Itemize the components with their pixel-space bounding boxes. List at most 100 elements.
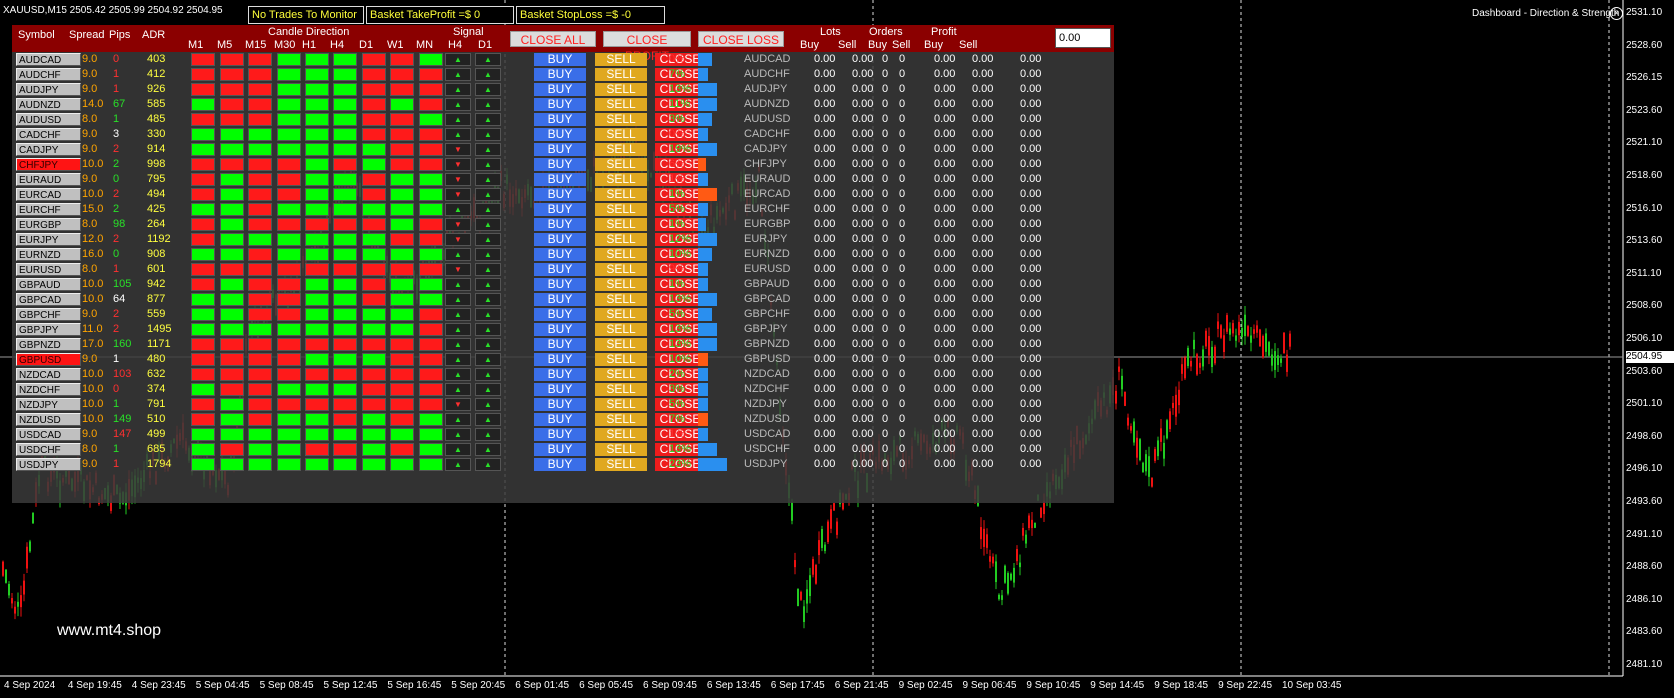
amount-input[interactable]: 0.00 [1055, 28, 1111, 48]
buy-button[interactable]: BUY [534, 293, 586, 306]
buy-button[interactable]: BUY [534, 263, 586, 276]
candle-body [1187, 347, 1189, 366]
buy-button[interactable]: BUY [534, 248, 586, 261]
profit-buy: 0.00 [934, 53, 956, 65]
sell-button[interactable]: SELL [595, 338, 647, 351]
buy-button[interactable]: BUY [534, 323, 586, 336]
buy-button[interactable]: BUY [534, 308, 586, 321]
symbol-label[interactable]: EURCAD [16, 188, 81, 201]
close-loss-button[interactable]: CLOSE LOSS [698, 31, 784, 47]
orders-sell: 0 [899, 353, 906, 365]
watermark: www.mt4.shop [57, 622, 162, 639]
symbol-label[interactable]: CHFJPY [16, 158, 81, 171]
symbol-label[interactable]: AUDCHF [16, 68, 81, 81]
strength-bar [698, 383, 708, 396]
symbol-label[interactable]: EURGBP [16, 218, 81, 231]
symbol-label[interactable]: GBPUSD [16, 353, 81, 366]
buy-button[interactable]: BUY [534, 218, 586, 231]
buy-button[interactable]: BUY [534, 188, 586, 201]
buy-button[interactable]: BUY [534, 278, 586, 291]
symbol-label[interactable]: USDCHF [16, 443, 81, 456]
symbol-label[interactable]: CADJPY [16, 143, 81, 156]
sell-button[interactable]: SELL [595, 308, 647, 321]
symbol-label[interactable]: GBPNZD [16, 338, 81, 351]
sell-button[interactable]: SELL [595, 53, 647, 66]
symbol-label[interactable]: USDJPY [16, 458, 81, 471]
sell-button[interactable]: SELL [595, 278, 647, 291]
sell-button[interactable]: SELL [595, 188, 647, 201]
buy-button[interactable]: BUY [534, 233, 586, 246]
sell-button[interactable]: SELL [595, 323, 647, 336]
symbol-label[interactable]: AUDUSD [16, 113, 81, 126]
symbol-label[interactable]: USDCAD [16, 428, 81, 441]
sell-button[interactable]: SELL [595, 203, 647, 216]
symbol-label[interactable]: AUDCAD [16, 53, 81, 66]
buy-button[interactable]: BUY [534, 83, 586, 96]
buy-button[interactable]: BUY [534, 143, 586, 156]
symbol-label[interactable]: EURCHF [16, 203, 81, 216]
buy-button[interactable]: BUY [534, 128, 586, 141]
sell-button[interactable]: SELL [595, 143, 647, 156]
sell-button[interactable]: SELL [595, 293, 647, 306]
buy-button[interactable]: BUY [534, 443, 586, 456]
symbol-label[interactable]: NZDUSD [16, 413, 81, 426]
symbol-label[interactable]: GBPJPY [16, 323, 81, 336]
sell-button[interactable]: SELL [595, 128, 647, 141]
buy-button[interactable]: BUY [534, 398, 586, 411]
candle-body [1184, 357, 1186, 379]
sell-button[interactable]: SELL [595, 353, 647, 366]
close-icon[interactable]: × [1610, 7, 1623, 20]
signal-cell: ▲ [445, 203, 471, 216]
symbol-label[interactable]: GBPCAD [16, 293, 81, 306]
symbol-label[interactable]: NZDCHF [16, 383, 81, 396]
sell-button[interactable]: SELL [595, 248, 647, 261]
buy-button[interactable]: BUY [534, 413, 586, 426]
symbol-label[interactable]: AUDJPY [16, 83, 81, 96]
buy-button[interactable]: BUY [534, 458, 586, 471]
sell-button[interactable]: SELL [595, 173, 647, 186]
direction-cell [362, 128, 386, 141]
sell-button[interactable]: SELL [595, 158, 647, 171]
sell-button[interactable]: SELL [595, 368, 647, 381]
buy-button[interactable]: BUY [534, 53, 586, 66]
symbol-label[interactable]: CADCHF [16, 128, 81, 141]
sell-button[interactable]: SELL [595, 398, 647, 411]
candle-body [1169, 411, 1171, 430]
buy-button[interactable]: BUY [534, 428, 586, 441]
buy-button[interactable]: BUY [534, 338, 586, 351]
symbol-label[interactable]: EURAUD [16, 173, 81, 186]
sell-button[interactable]: SELL [595, 413, 647, 426]
sell-button[interactable]: SELL [595, 98, 647, 111]
sell-button[interactable]: SELL [595, 68, 647, 81]
sell-button[interactable]: SELL [595, 443, 647, 456]
sell-button[interactable]: SELL [595, 458, 647, 471]
buy-button[interactable]: BUY [534, 98, 586, 111]
symbol-label[interactable]: EURJPY [16, 233, 81, 246]
buy-button[interactable]: BUY [534, 68, 586, 81]
close-all-button[interactable]: CLOSE ALL [510, 31, 596, 47]
sell-button[interactable]: SELL [595, 383, 647, 396]
buy-button[interactable]: BUY [534, 158, 586, 171]
symbol-label[interactable]: NZDJPY [16, 398, 81, 411]
buy-button[interactable]: BUY [534, 203, 586, 216]
signal-cell: ▲ [445, 308, 471, 321]
buy-button[interactable]: BUY [534, 353, 586, 366]
symbol-label[interactable]: GBPCHF [16, 308, 81, 321]
symbol-label[interactable]: EURUSD [16, 263, 81, 276]
sell-button[interactable]: SELL [595, 218, 647, 231]
sell-button[interactable]: SELL [595, 233, 647, 246]
symbol-label[interactable]: NZDCAD [16, 368, 81, 381]
buy-button[interactable]: BUY [534, 113, 586, 126]
sell-button[interactable]: SELL [595, 428, 647, 441]
sell-button[interactable]: SELL [595, 83, 647, 96]
close-profit-button[interactable]: CLOSE PROFIT [603, 31, 691, 63]
buy-button[interactable]: BUY [534, 368, 586, 381]
sell-button[interactable]: SELL [595, 113, 647, 126]
spread-value: 10.0 [82, 158, 104, 170]
buy-button[interactable]: BUY [534, 173, 586, 186]
symbol-label[interactable]: GBPAUD [16, 278, 81, 291]
symbol-label[interactable]: EURNZD [16, 248, 81, 261]
buy-button[interactable]: BUY [534, 383, 586, 396]
symbol-label[interactable]: AUDNZD [16, 98, 81, 111]
sell-button[interactable]: SELL [595, 263, 647, 276]
